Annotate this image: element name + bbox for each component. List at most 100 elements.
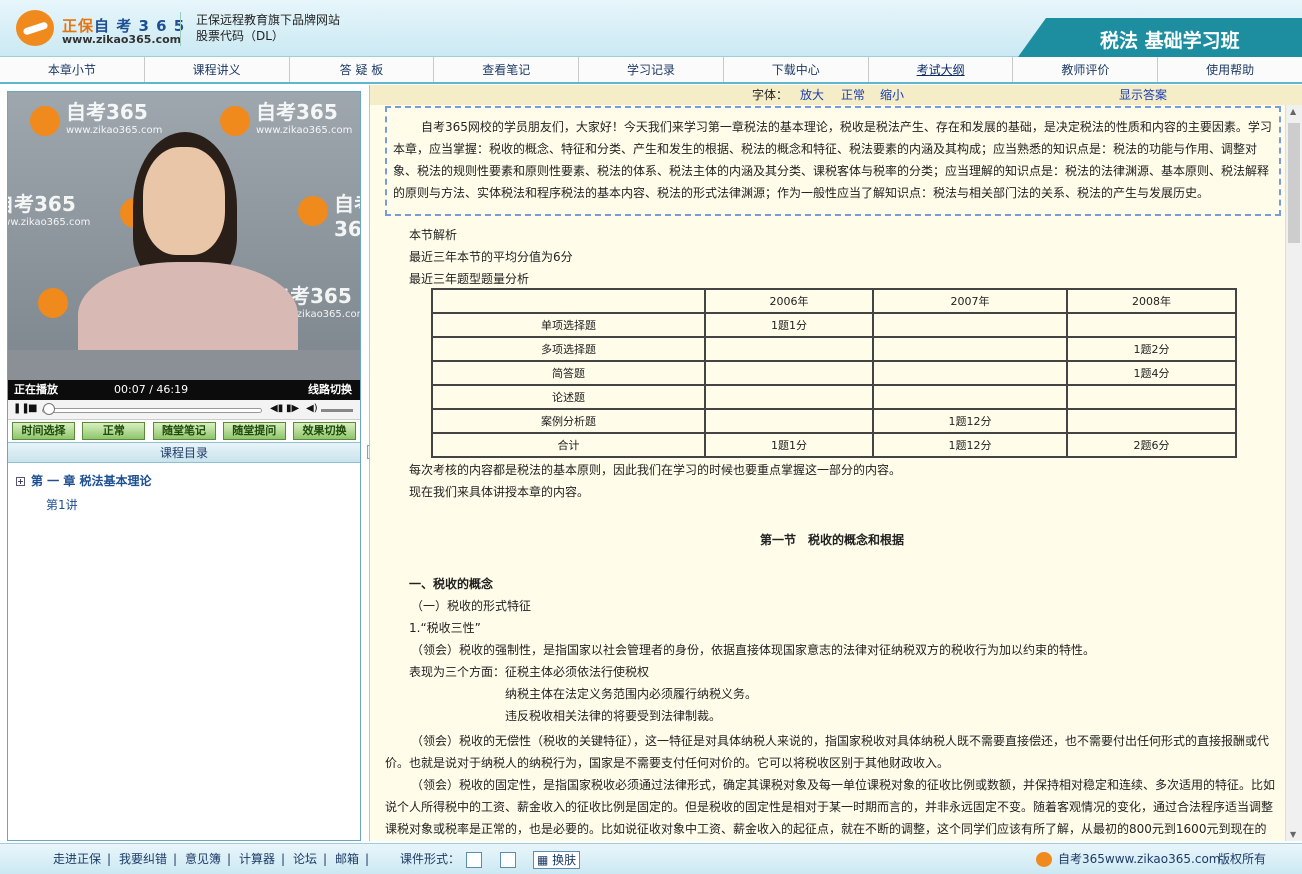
zikao-logo-icon[interactable] [16, 10, 54, 46]
watermark: 自考365 [334, 192, 360, 241]
table-cell [872, 360, 1068, 386]
volume-icon[interactable]: ◀) [306, 403, 318, 415]
footer-link-2[interactable]: 意见簿 [185, 844, 221, 874]
footer-link-4[interactable]: 论坛 [293, 844, 317, 874]
para-compulsory: （领会）税收的强制性，是指国家以社会管理者的身份，依据直接体现国家意志的法律对征… [411, 643, 1096, 657]
table-cell: 案例分析题 [431, 408, 706, 434]
lecture-item[interactable]: 第1讲 [46, 496, 78, 513]
nav-item-3[interactable]: 查看笔记 [434, 57, 580, 82]
site-footer: 走进正保 | 我要纠错 | 意见簿 | 计算器 | 论坛 | 邮箱 | 课件形式： ▦ 换肤 自考36… [0, 843, 1302, 874]
question-type-analysis: 最近三年题型题量分析 [409, 272, 530, 286]
watermark-logo-icon [220, 106, 250, 136]
watermark: 自考365www.zikao365.com [256, 100, 353, 136]
table-cell: 1题12分 [872, 408, 1068, 434]
layout-split-icon[interactable] [500, 852, 516, 868]
seek-thumb[interactable] [42, 403, 55, 415]
table-cell: 1题1分 [704, 312, 874, 338]
table-cell: 简答题 [431, 360, 706, 386]
nav-item-2[interactable]: 答 疑 板 [290, 57, 435, 82]
table-cell [704, 408, 874, 434]
table-header-cell: 2008年 [1066, 288, 1237, 314]
nav-item-6[interactable]: 考试大纲 [869, 57, 1014, 82]
content-scrollbar[interactable]: ▲ ▼ [1285, 105, 1302, 841]
logo-url[interactable]: www.zikao365.com [62, 33, 181, 46]
table-cell: 1题2分 [1066, 336, 1237, 362]
layout-single-icon[interactable] [466, 852, 482, 868]
nav-item-4[interactable]: 学习记录 [579, 57, 724, 82]
footer-separator: | [173, 852, 178, 866]
table-row: 多项选择题 1题2分 [431, 336, 1237, 362]
footer-link-0[interactable]: 走进正保 [53, 844, 101, 874]
expand-icon[interactable]: + [16, 477, 25, 486]
copyright: 版权所有 [1218, 852, 1267, 866]
show-answer-link[interactable]: 显示答案 [1119, 85, 1167, 105]
footer-link-5[interactable]: 邮箱 [335, 844, 359, 874]
line-switch-button[interactable]: 线路切换 [308, 380, 352, 400]
footer-separator: | [107, 852, 112, 866]
nav-item-0[interactable]: 本章小节 [0, 57, 145, 82]
skin-label: 换肤 [552, 853, 577, 867]
scroll-thumb[interactable] [1288, 123, 1300, 243]
tagline-line1: 正保远程教育旗下品牌网站 [196, 13, 341, 27]
table-cell [1066, 408, 1237, 434]
desk [8, 350, 360, 380]
nav-item-8[interactable]: 使用帮助 [1158, 57, 1302, 82]
video-player[interactable]: 自考365 www.zikao365.com 自考365 www.zikao365.… [8, 92, 360, 380]
chapter-item[interactable]: + 第 一 章 税法基本理论 [16, 472, 152, 489]
table-cell: 多项选择题 [431, 336, 706, 362]
watermark: 自考365www.zikao365.com [8, 192, 91, 228]
scroll-down-icon[interactable]: ▼ [1290, 830, 1296, 839]
footer-site[interactable]: 自考365www.zikao365.com [1058, 844, 1220, 874]
table-cell [1066, 384, 1237, 410]
subheading-form: （一）税收的形式特征 [411, 599, 532, 613]
video-status-bar: 正在播放 00:07 / 46:19 线路切换 [8, 380, 360, 400]
stop-icon[interactable]: ■ [28, 403, 37, 415]
chapter-label: 第 一 章 税法基本理论 [31, 474, 152, 488]
table-cell: 合计 [431, 432, 706, 458]
player-controls: ❚❚ ■ ◀▮ ▮▶ ◀) [8, 400, 360, 420]
footer-separator: | [323, 852, 328, 866]
watermark-logo-icon [30, 106, 60, 136]
player-button-4[interactable]: 效果切换 [293, 422, 356, 440]
player-button-3[interactable]: 随堂提问 [222, 422, 286, 440]
aspect-2: 纳税主体在法定义务范围内必须履行纳税义务。 [505, 687, 758, 701]
catalog-title: 课程目录 [8, 442, 360, 463]
table-cell [872, 384, 1068, 410]
table-header-cell: 2007年 [872, 288, 1068, 314]
volume-slider[interactable] [321, 409, 353, 412]
player-button-0[interactable]: 时间选择 [12, 422, 75, 440]
footer-link-3[interactable]: 计算器 [239, 844, 275, 874]
font-normal-link[interactable]: 正常 [841, 85, 865, 105]
site-header: 正保自 考 3 6 5 www.zikao365.com 正保远程教育旗下品牌网… [0, 0, 1302, 57]
footer-link-1[interactable]: 我要纠错 [119, 844, 167, 874]
font-size-label: 字体： [752, 88, 789, 102]
table-cell [704, 336, 874, 362]
table-header-cell [431, 288, 706, 314]
player-button-1[interactable]: 正常 [82, 422, 146, 440]
rewind-icon[interactable]: ◀▮ [270, 403, 283, 415]
note-key-point: 每次考核的内容都是税法的基本原则，因此我们在学习的时候也要重点掌握这一部分的内容… [409, 463, 902, 477]
seek-bar[interactable] [42, 408, 262, 413]
nav-item-7[interactable]: 教师评价 [1013, 57, 1159, 82]
intro-paragraph: 自考365网校的学员朋友们，大家好！今天我们来学习第一章税法的基本理论，税收是税… [385, 106, 1281, 216]
forward-icon[interactable]: ▮▶ [286, 403, 299, 415]
nav-item-1[interactable]: 课程讲义 [145, 57, 290, 82]
tagline: 正保远程教育旗下品牌网站 股票代码（DL） [196, 12, 340, 44]
footer-logo-icon [1036, 852, 1052, 867]
watermark-logo-icon [38, 288, 68, 318]
teacher-face [143, 147, 225, 255]
table-cell: 2题6分 [1066, 432, 1237, 458]
font-enlarge-link[interactable]: 放大 [800, 85, 824, 105]
left-panel: 自考365 www.zikao365.com 自考365 www.zikao365.… [7, 91, 361, 841]
note-start: 现在我们来具体讲授本章的内容。 [409, 485, 590, 499]
skin-button[interactable]: ▦ 换肤 [533, 851, 581, 869]
player-button-2[interactable]: 随堂笔记 [152, 422, 216, 440]
font-shrink-link[interactable]: 缩小 [880, 85, 904, 105]
tagline-line2: 股票代码（DL） [196, 29, 284, 43]
para-gratuitous: （领会）税收的无偿性（税收的关键特征），这一特征是对具体纳税人来说的，指国家税收… [385, 734, 1270, 770]
scroll-up-icon[interactable]: ▲ [1290, 107, 1296, 116]
heading-concept: 一、税收的概念 [409, 577, 494, 591]
nav-item-5[interactable]: 下载中心 [724, 57, 869, 82]
table-cell: 1题1分 [704, 432, 874, 458]
table-header-cell: 2006年 [704, 288, 874, 314]
